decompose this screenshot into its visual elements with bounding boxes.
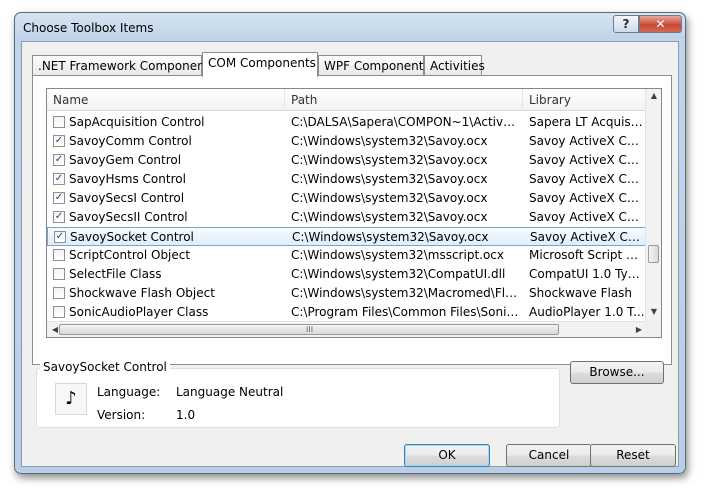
- horizontal-scrollbar[interactable]: ◀ III ▶: [47, 321, 647, 337]
- row-name: SelectFile Class: [69, 267, 162, 281]
- tab-wpf-components[interactable]: WPF Components: [318, 55, 430, 76]
- vertical-scroll-thumb[interactable]: [648, 245, 659, 263]
- row-name: SavoyGem Control: [69, 153, 182, 167]
- row-checkbox[interactable]: ✓: [53, 135, 65, 147]
- row-checkbox[interactable]: ✓: [53, 154, 65, 166]
- scroll-down-icon[interactable]: ▼: [646, 307, 661, 316]
- row-path: C:\Windows\system32\Savoy.ocx: [291, 134, 488, 148]
- horizontal-scroll-thumb[interactable]: III: [59, 324, 559, 335]
- row-name: SapAcquisition Control: [69, 115, 205, 129]
- row-name: SavoySecsII Control: [69, 210, 188, 224]
- row-library: Savoy ActiveX Co...: [529, 172, 645, 186]
- row-path: C:\Windows\system32\Savoy.ocx: [292, 230, 489, 244]
- table-row[interactable]: ScriptControl Object C:\Windows\system32…: [47, 246, 647, 265]
- close-button[interactable]: ✕: [639, 15, 682, 33]
- vertical-scrollbar[interactable]: ▲ ▼: [645, 89, 661, 321]
- tab-activities[interactable]: Activities: [424, 55, 485, 76]
- com-components-panel: Name Path Library SapAcquisition Control…: [32, 75, 672, 365]
- reset-button[interactable]: Reset: [590, 444, 676, 467]
- row-checkbox[interactable]: ✓: [53, 192, 65, 204]
- row-path: C:\Windows\system32\msscript.ocx: [291, 248, 505, 262]
- table-row[interactable]: ✓ SavoyGem Control C:\Windows\system32\S…: [47, 151, 647, 170]
- row-library: Shockwave Flash: [529, 286, 633, 300]
- tab-net-framework-components[interactable]: .NET Framework Components: [32, 55, 216, 76]
- table-row-selected[interactable]: ✓ SavoySocket Control C:\Windows\system3…: [47, 227, 647, 246]
- row-checkbox[interactable]: ✓: [53, 173, 65, 185]
- cancel-button[interactable]: Cancel: [506, 444, 592, 467]
- language-value: Language Neutral: [176, 385, 284, 399]
- table-row[interactable]: ✓ SavoySecsII Control C:\Windows\system3…: [47, 208, 647, 227]
- browse-button[interactable]: Browse...: [570, 361, 664, 384]
- row-library: Savoy ActiveX Co...: [530, 230, 646, 244]
- tab-com-components[interactable]: COM Components: [202, 52, 318, 77]
- row-checkbox[interactable]: [53, 287, 65, 299]
- row-checkbox[interactable]: [53, 249, 65, 261]
- row-name: SavoySecsI Control: [69, 191, 185, 205]
- scroll-grip-icon: III: [306, 325, 314, 334]
- row-checkbox[interactable]: [53, 268, 65, 280]
- choose-toolbox-items-dialog: Choose Toolbox Items ? ✕ .NET Framework …: [14, 12, 686, 474]
- table-row[interactable]: SonicAudioPlayer Class C:\Program Files\…: [47, 303, 647, 322]
- table-row[interactable]: SapAcquisition Control C:\DALSA\Sapera\C…: [47, 113, 647, 132]
- scroll-corner: [645, 321, 661, 337]
- column-header-path[interactable]: Path: [285, 89, 523, 111]
- row-library: Savoy ActiveX Co...: [529, 191, 645, 205]
- version-value: 1.0: [176, 408, 196, 422]
- window-title: Choose Toolbox Items: [23, 21, 154, 35]
- column-header-name[interactable]: Name: [47, 89, 285, 111]
- row-name: ScriptControl Object: [69, 248, 191, 262]
- row-name: SonicAudioPlayer Class: [69, 305, 209, 319]
- table-row[interactable]: ✓ SavoySecsI Control C:\Windows\system32…: [47, 189, 647, 208]
- row-name: SavoyHsms Control: [69, 172, 186, 186]
- row-name: Shockwave Flash Object: [69, 286, 215, 300]
- table-row[interactable]: SelectFile Class C:\Windows\system32\Com…: [47, 265, 647, 284]
- version-label: Version:: [97, 408, 146, 422]
- row-path: C:\Windows\system32\Savoy.ocx: [291, 191, 488, 205]
- scroll-up-icon[interactable]: ▲: [646, 91, 661, 100]
- close-icon: ✕: [655, 17, 666, 31]
- row-checkbox[interactable]: ✓: [53, 211, 65, 223]
- row-path: C:\Program Files\Common Files\Sonic S...: [291, 305, 521, 319]
- row-library: Microsoft Script C...: [529, 248, 645, 262]
- row-checkbox[interactable]: [53, 306, 65, 318]
- list-header: Name Path Library: [47, 89, 647, 111]
- music-note-icon: ♪: [55, 383, 87, 415]
- row-path: C:\Windows\system32\Macromed\Flash...: [291, 286, 521, 300]
- row-checkbox[interactable]: ✓: [54, 231, 66, 243]
- row-path: C:\Windows\system32\Savoy.ocx: [291, 210, 488, 224]
- column-header-library[interactable]: Library: [523, 89, 647, 111]
- row-name: SavoyComm Control: [69, 134, 192, 148]
- row-library: Sapera LT Acquisi...: [529, 115, 645, 129]
- components-list[interactable]: Name Path Library SapAcquisition Control…: [46, 88, 662, 338]
- help-icon: ?: [622, 17, 630, 31]
- row-path: C:\Windows\system32\CompatUI.dll: [291, 267, 506, 281]
- language-label: Language:: [97, 385, 161, 399]
- row-checkbox[interactable]: [53, 116, 65, 128]
- dialog-client-area: .NET Framework Components COM Components…: [21, 41, 679, 467]
- row-library: Savoy ActiveX Co...: [529, 134, 645, 148]
- table-row[interactable]: ✓ SavoyHsms Control C:\Windows\system32\…: [47, 170, 647, 189]
- list-rows: SapAcquisition Control C:\DALSA\Sapera\C…: [47, 113, 647, 322]
- row-path: C:\Windows\system32\Savoy.ocx: [291, 172, 488, 186]
- row-path: C:\DALSA\Sapera\COMPON~1\ActiveX\...: [291, 115, 521, 129]
- help-button[interactable]: ?: [613, 15, 639, 33]
- details-groupbox: ♪ Language: Language Neutral Version: 1.…: [36, 368, 560, 428]
- row-library: Savoy ActiveX Co...: [529, 153, 645, 167]
- details-title: SavoySocket Control: [40, 360, 170, 374]
- row-path: C:\Windows\system32\Savoy.ocx: [291, 153, 488, 167]
- table-row[interactable]: ✓ SavoyComm Control C:\Windows\system32\…: [47, 132, 647, 151]
- table-row[interactable]: Shockwave Flash Object C:\Windows\system…: [47, 284, 647, 303]
- row-name: SavoySocket Control: [70, 230, 194, 244]
- ok-button[interactable]: OK: [404, 444, 490, 467]
- row-library: Savoy ActiveX Co...: [529, 210, 645, 224]
- row-library: CompatUI 1.0 Typ...: [529, 267, 645, 281]
- title-bar[interactable]: Choose Toolbox Items ? ✕: [15, 13, 685, 41]
- row-library: AudioPlayer 1.0 T...: [529, 305, 645, 319]
